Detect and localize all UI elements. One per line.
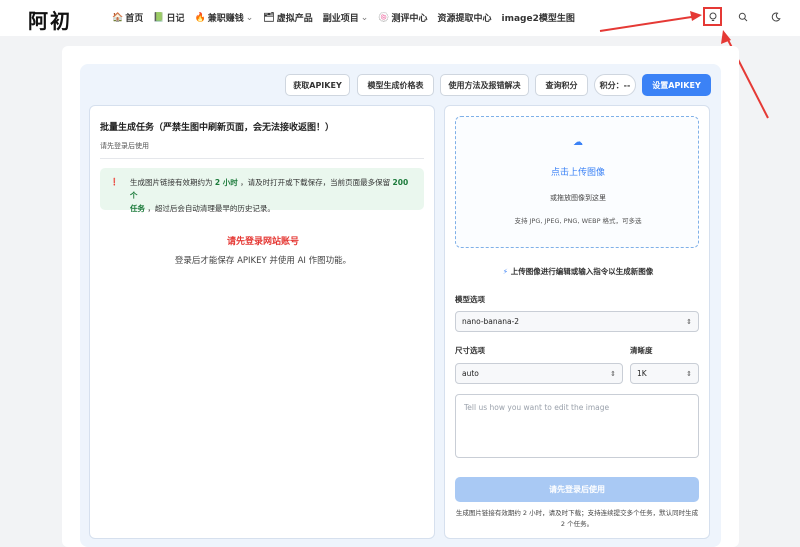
notice-duration: 2 小时 — [214, 178, 238, 187]
points-value: -- — [623, 80, 631, 90]
submit-button[interactable]: 请先登录后使用 — [455, 477, 699, 502]
model-select-value: nano-banana-2 — [462, 317, 520, 326]
nav-item-2[interactable]: 🔥 兼职赚钱 ⌄ — [194, 11, 254, 25]
usage-help-button[interactable]: 使用方法及报错解决 — [440, 74, 529, 96]
search-icon[interactable] — [734, 8, 752, 26]
size-select-value: auto — [462, 369, 479, 378]
upload-dropzone[interactable]: ☁ 点击上传图像 或拖放图像到这里 支持 JPG, JPEG, PNG, WEB… — [455, 116, 699, 248]
nav-label: 副业项目 — [322, 14, 359, 24]
upload-subtitle: 或拖放图像到这里 — [550, 194, 606, 202]
nav-label: 虚拟产品 — [276, 14, 313, 24]
panel-title: 批量生成任务（严禁生图中刷新页面，会无法接收返图！） — [100, 123, 335, 133]
get-apikey-button[interactable]: 获取APIKEY — [285, 74, 350, 96]
upload-title: 点击上传图像 — [550, 168, 605, 178]
footer-note: 生成图片链接有效期约 2 小时，请及时下载；支持连续提交多个任务，默认同时生成 … — [455, 509, 699, 528]
size-label: 尺寸选项 — [455, 346, 485, 355]
nav-item-3[interactable]: 🗂 虚拟产品 — [263, 11, 313, 25]
chevron-down-icon: ⌄ — [245, 12, 254, 23]
generate-hint: ⚡ 上传图像进行编辑或输入指令以生成新图像 — [445, 266, 711, 277]
prompt-textarea[interactable]: Tell us how you want to edit the image — [455, 394, 699, 458]
lightning-icon: ⚡ — [502, 267, 509, 276]
nav-icon: 🔥 — [194, 12, 206, 23]
notice-text: 生成图片链接有效期约为 — [130, 178, 213, 187]
set-apikey-button[interactable]: 设置APIKEY — [642, 74, 711, 96]
model-select[interactable]: nano-banana-2 ⇕ — [455, 311, 699, 332]
site-logo[interactable]: 阿初 — [28, 5, 72, 34]
notice-tasks: 任务 — [130, 204, 145, 213]
nav-icon: 🍥 — [378, 12, 390, 23]
nav-item-7[interactable]: image2模型生图 — [502, 11, 575, 24]
notice-text-2: ，请及时打开或下载保存，当前页面最多保留 — [240, 178, 391, 187]
cloud-upload-icon: ☁ — [573, 137, 583, 148]
batch-task-panel: 批量生成任务（严禁生图中刷新页面，会无法接收返图！） 请先登录后使用 ❗ 生成图… — [89, 105, 435, 539]
query-points-button[interactable]: 查询积分 — [535, 74, 588, 96]
info-icon: ❗ — [110, 178, 119, 186]
notice-text-3: ，超过后会自动清理最早的历史记录。 — [147, 204, 275, 213]
model-label: 模型选项 — [455, 295, 485, 304]
nav-label: 兼职赚钱 — [207, 14, 244, 24]
nav-item-0[interactable]: 🏠 首页 — [112, 11, 144, 25]
generate-panel: ☁ 点击上传图像 或拖放图像到这里 支持 JPG, JPEG, PNG, WEB… — [444, 105, 710, 539]
nav-label: image2模型生图 — [501, 14, 575, 24]
moon-icon[interactable] — [767, 8, 785, 26]
nav-icon: 🏠 — [112, 12, 124, 23]
nav-icon: 📗 — [153, 12, 165, 23]
points-display: 积分： -- — [594, 74, 636, 96]
nav-item-6[interactable]: 资源提取中心 — [438, 11, 492, 24]
divider — [100, 158, 424, 159]
size-select[interactable]: auto ⇕ — [455, 363, 623, 384]
top-header: 阿初 🏠 首页 📗 日记 🔥 兼职赚钱 ⌄ 🗂 虚拟产品 副业项目 ⌄ 🍥 测评中心 资源提取中心 imag… — [0, 0, 800, 36]
nav-label: 首页 — [125, 14, 144, 24]
chevron-down-icon: ⌄ — [360, 12, 369, 23]
clarity-label: 清晰度 — [630, 346, 653, 355]
select-arrow-icon: ⇕ — [610, 369, 616, 378]
price-table-button[interactable]: 模型生成价格表 — [357, 74, 434, 96]
nav-label: 日记 — [166, 14, 185, 24]
login-description: 登录后才能保存 APIKEY 并使用 AI 作图功能。 — [174, 256, 352, 266]
select-arrow-icon: ⇕ — [686, 369, 692, 378]
upload-formats: 支持 JPG, JPEG, PNG, WEBP 格式，可多选 — [514, 217, 642, 225]
hint-text: 上传图像进行编辑或输入指令以生成新图像 — [510, 267, 654, 276]
points-label: 积分： — [599, 80, 624, 90]
nav-item-4[interactable]: 副业项目 ⌄ — [322, 11, 369, 25]
nav-icon: 🗂 — [263, 12, 275, 23]
login-warning: 请先登录网站账号 — [226, 237, 299, 247]
nav-label: 资源提取中心 — [437, 14, 492, 24]
main-nav: 🏠 首页 📗 日记 🔥 兼职赚钱 ⌄ 🗂 虚拟产品 副业项目 ⌄ 🍥 测评中心 资源提取中心 image2模… — [112, 11, 575, 25]
clarity-select-value: 1K — [637, 369, 647, 378]
nav-item-5[interactable]: 🍥 测评中心 — [378, 11, 428, 25]
panel-subtitle: 请先登录后使用 — [100, 142, 149, 150]
select-arrow-icon: ⇕ — [686, 317, 692, 326]
nav-label: 测评中心 — [391, 14, 428, 24]
clarity-select[interactable]: 1K ⇕ — [630, 363, 699, 384]
lightbulb-icon[interactable] — [703, 7, 722, 26]
expiry-notice: ❗ 生成图片链接有效期约为 2 小时 ，请及时打开或下载保存，当前页面最多保留 … — [100, 168, 424, 213]
nav-item-1[interactable]: 📗 日记 — [153, 11, 185, 25]
